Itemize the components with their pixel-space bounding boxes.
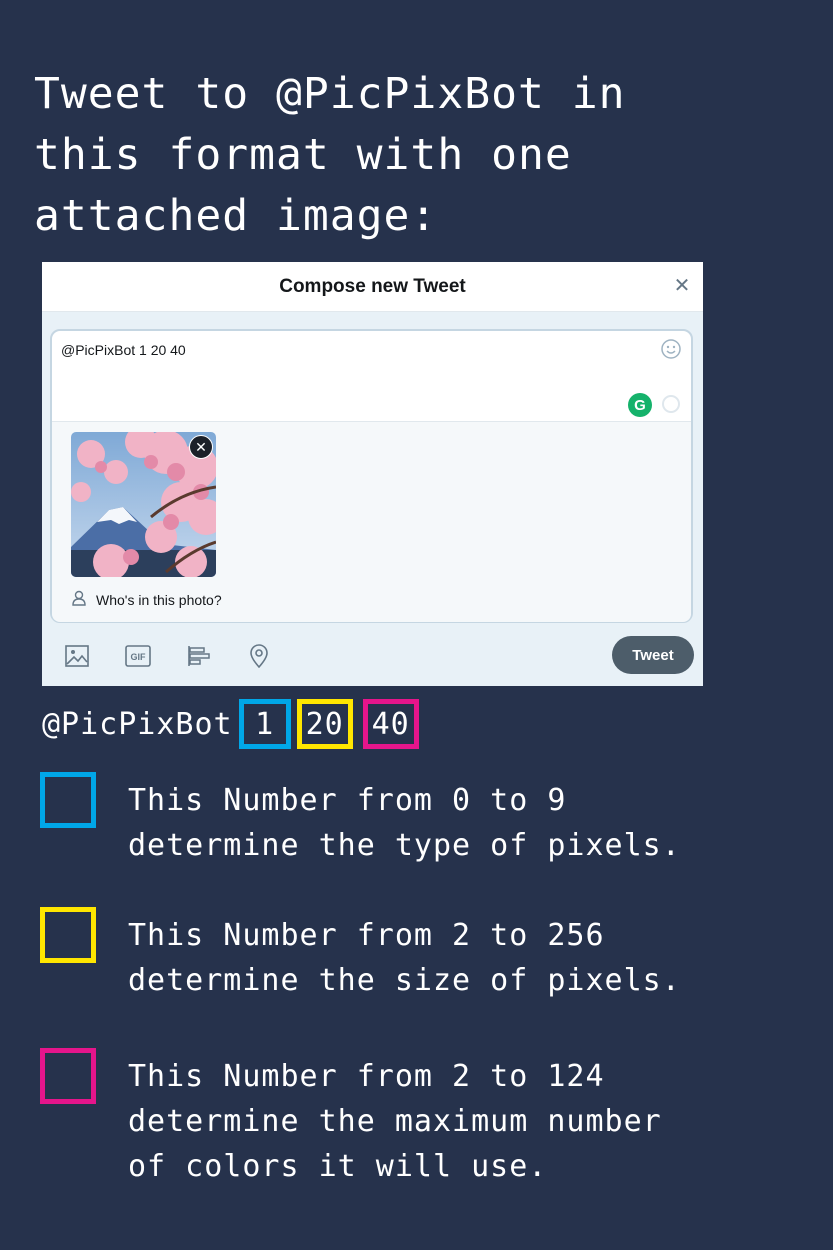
close-icon[interactable]: ✕: [669, 272, 695, 298]
tag-people-link[interactable]: Who's in this photo?: [72, 590, 222, 609]
grammarly-icon[interactable]: G: [628, 393, 652, 417]
legend-swatch-blue: [40, 772, 96, 828]
dialog-header: Compose new Tweet ✕: [42, 262, 703, 312]
emoji-icon[interactable]: [660, 338, 682, 360]
compose-tweet-dialog: Compose new Tweet ✕ G: [42, 262, 703, 686]
tweet-text-input[interactable]: [61, 342, 581, 358]
poll-icon[interactable]: [185, 642, 213, 670]
colors-number-box: 40: [362, 699, 419, 749]
legend-swatch-magenta: [40, 1048, 96, 1104]
type-number-box: 1: [238, 699, 291, 749]
dialog-body: G: [42, 312, 703, 686]
media-attachment-area: ✕ Who's in this photo?: [52, 421, 691, 622]
format-example: @PicPixBot 1 20 40: [42, 696, 419, 752]
character-counter: [662, 395, 680, 413]
image-icon[interactable]: [63, 642, 91, 670]
format-handle: @PicPixBot: [42, 706, 233, 742]
person-icon: [72, 590, 86, 609]
legend-text-size: This Number from 2 to 256 determine the …: [128, 918, 681, 998]
location-icon[interactable]: [245, 642, 273, 670]
legend-text-type: This Number from 0 to 9 determine the ty…: [128, 783, 681, 863]
gif-icon[interactable]: GIF: [124, 642, 152, 670]
tweet-button[interactable]: Tweet: [612, 636, 694, 674]
page-headline: Tweet to @PicPixBot in this format with …: [34, 69, 626, 241]
composer-toolbar: GIF Tweet: [42, 636, 703, 686]
tweet-composer: G: [50, 329, 693, 623]
dialog-title: Compose new Tweet: [279, 275, 466, 297]
tag-people-label: Who's in this photo?: [96, 591, 222, 608]
gif-label: GIF: [131, 652, 147, 662]
remove-image-button[interactable]: ✕: [189, 435, 213, 459]
legend-text-colors: This Number from 2 to 124 determine the …: [128, 1059, 662, 1184]
size-number-box: 20: [296, 699, 353, 749]
legend-swatch-yellow: [40, 907, 96, 963]
